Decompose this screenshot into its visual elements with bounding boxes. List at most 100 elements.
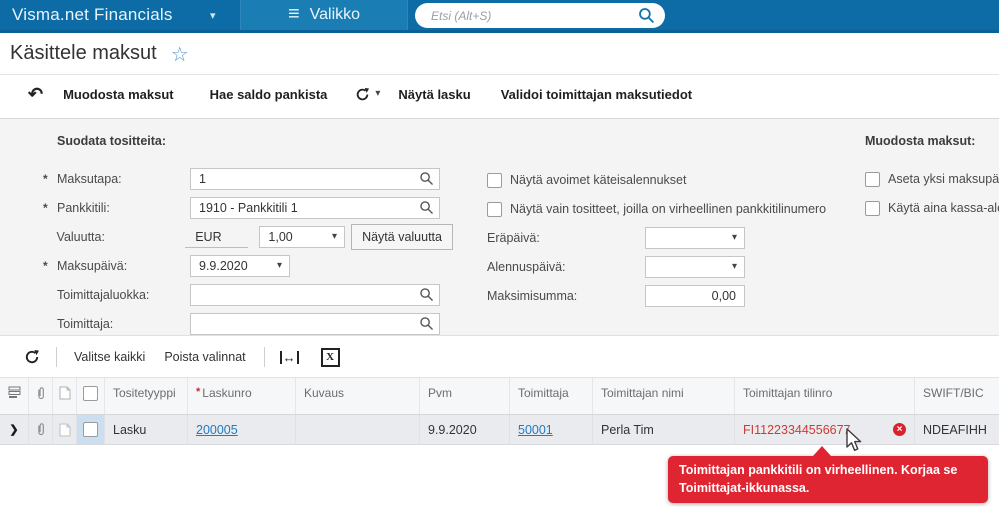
search-icon[interactable] <box>419 316 434 331</box>
fit-width-icon[interactable]: ↔ <box>279 350 299 364</box>
search-input[interactable] <box>429 7 638 24</box>
row-pointer-cell: ❯ <box>0 415 29 444</box>
toimittaja-link[interactable]: 50001 <box>518 423 553 437</box>
column-header-toimittaja[interactable]: Toimittaja <box>510 378 593 414</box>
filter-row-erapaiva: Eräpäivä: ▾ <box>487 227 862 249</box>
table-row[interactable]: ❯ Lasku 200005 9.9.2020 50001 Perla Tim … <box>0 415 999 445</box>
note-icon <box>59 386 70 400</box>
kurssi-combo[interactable]: 1,00 ▾ <box>259 226 346 248</box>
cell-kuvaus <box>296 415 420 444</box>
nayta-vain-label: Näytä vain tositteet, joilla on virheell… <box>510 202 827 216</box>
select-all-checkbox[interactable] <box>83 386 98 401</box>
chevron-down-icon[interactable]: ▾ <box>375 89 380 99</box>
row-checkbox[interactable] <box>83 422 98 437</box>
divider <box>263 347 265 367</box>
note-icon[interactable] <box>59 423 71 437</box>
toimittaja-input[interactable] <box>190 313 440 335</box>
search-icon[interactable] <box>419 171 434 186</box>
maksimisumma-input[interactable] <box>645 285 745 307</box>
undo-icon[interactable]: ↶ <box>28 85 43 103</box>
column-header-toimittajan-tilinro[interactable]: Toimittajan tilinro <box>735 378 915 414</box>
maksupaiva-label: Maksupäivä: <box>57 259 128 273</box>
laskunro-link[interactable]: 200005 <box>196 423 238 437</box>
required-marker: * <box>43 172 48 186</box>
note-column-header[interactable] <box>53 378 77 414</box>
title-bar: Käsittele maksut ☆ <box>0 33 999 75</box>
nayta-vain-checkbox[interactable] <box>487 201 502 217</box>
aseta-checkbox[interactable] <box>865 171 880 187</box>
export-excel-icon[interactable]: X <box>320 347 340 367</box>
grid-settings-icon[interactable] <box>8 386 21 399</box>
filter-row-maksutapa: * Maksutapa: <box>43 168 453 190</box>
attachment-column-header[interactable] <box>29 378 53 414</box>
row-arrow-icon: ❯ <box>9 424 19 436</box>
select-all-checkbox-cell[interactable] <box>77 378 105 414</box>
pankkitili-input[interactable] <box>190 197 440 219</box>
column-header-toimittajan-nimi[interactable]: Toimittajan nimi <box>593 378 735 414</box>
paperclip-icon <box>37 387 44 400</box>
filter-row-valuutta: Valuutta: EUR 1,00 ▾ Näytä valuutta <box>43 224 453 250</box>
maksutapa-input[interactable] <box>190 168 440 190</box>
nayta-vain-row: Näytä vain tositteet, joilla on virheell… <box>487 198 862 220</box>
valitse-kaikki-button[interactable]: Valitse kaikki <box>74 350 145 364</box>
tooltip-line2: Toimittajat-ikkunassa. <box>679 480 810 495</box>
grid-toolbar: Valitse kaikki Poista valinnat ↔ X <box>0 338 999 376</box>
row-attachment-cell[interactable] <box>29 415 53 444</box>
alennuspaiva-label: Alennuspäivä: <box>487 260 566 274</box>
pankkitili-lookup <box>190 197 440 219</box>
nayta-lasku-button[interactable]: Näytä lasku <box>398 87 470 102</box>
required-marker: * <box>43 201 48 215</box>
kurssi-value: 1,00 <box>268 230 293 244</box>
grid-settings-icon-cell[interactable] <box>0 378 29 414</box>
favorite-star-icon[interactable]: ☆ <box>171 42 189 67</box>
erapaiva-combo[interactable]: ▾ <box>645 227 745 249</box>
poista-valinnat-button[interactable]: Poista valinnat <box>164 350 245 364</box>
nayta-avoimet-row: Näytä avoimet käteisalennukset <box>487 169 862 191</box>
muodosta-maksut-button[interactable]: Muodosta maksut <box>63 87 174 102</box>
app-brand[interactable]: Visma.net Financials <box>12 5 173 25</box>
toimittajaluokka-label: Toimittajaluokka: <box>57 288 150 302</box>
column-header-pvm[interactable]: Pvm <box>420 378 510 414</box>
muodosta-section-title: Muodosta maksut: <box>865 134 976 148</box>
main-menu-button[interactable]: ≡ Valikko <box>240 0 408 30</box>
error-icon[interactable]: × <box>893 423 906 436</box>
top-app-bar: Visma.net Financials ▾ ≡ Valikko <box>0 0 999 33</box>
toimittajaluokka-input[interactable] <box>190 284 440 306</box>
refresh-icon[interactable] <box>24 349 40 365</box>
valuutta-value[interactable]: EUR <box>185 226 249 248</box>
filter-row-pankkitili: * Pankkitili: <box>43 197 453 219</box>
paperclip-icon[interactable] <box>35 422 47 437</box>
search-icon[interactable] <box>419 200 434 215</box>
row-note-cell[interactable] <box>53 415 77 444</box>
page-title: Käsittele maksut <box>10 42 157 64</box>
filter-section-title: Suodata tositteita: <box>57 134 167 148</box>
chevron-down-icon[interactable]: ▾ <box>210 9 216 22</box>
filter-column-right: Muodosta maksut: Aseta yksi maksupäivä K… <box>865 134 999 226</box>
column-header-kuvaus[interactable]: Kuvaus <box>296 378 420 414</box>
column-header-laskunro[interactable]: * Laskunro <box>188 378 296 414</box>
filter-row-alennuspaiva: Alennuspäivä: ▾ <box>487 256 862 278</box>
nayta-valuutta-button[interactable]: Näytä valuutta <box>351 224 453 250</box>
refresh-icon[interactable] <box>355 87 370 102</box>
alennuspaiva-combo[interactable]: ▾ <box>645 256 745 278</box>
toimittaja-lookup <box>190 313 440 335</box>
search-icon[interactable] <box>419 287 434 302</box>
column-header-tositetyyppi[interactable]: Tositetyyppi <box>105 378 188 414</box>
global-search[interactable] <box>415 3 665 28</box>
aseta-row: Aseta yksi maksupäivä <box>865 168 999 190</box>
kayta-checkbox[interactable] <box>865 200 880 216</box>
row-select-cell[interactable] <box>77 415 105 444</box>
kayta-row: Käytä aina kassa-alennus <box>865 197 999 219</box>
hae-saldo-button[interactable]: Hae saldo pankista <box>210 87 328 102</box>
validoi-button[interactable]: Validoi toimittajan maksutiedot <box>501 87 692 102</box>
menu-icon: ≡ <box>287 3 300 25</box>
maksupaiva-combo[interactable]: 9.9.2020 ▾ <box>190 255 290 277</box>
refresh-split-button[interactable]: ▾ <box>355 87 380 102</box>
filter-column-middle: Näytä avoimet käteisalennukset Näytä vai… <box>487 169 862 314</box>
pankkitili-label: Pankkitili: <box>57 201 110 215</box>
nayta-avoimet-checkbox[interactable] <box>487 172 502 188</box>
toimittajaluokka-lookup <box>190 284 440 306</box>
column-header-swift-bic[interactable]: SWIFT/BIC <box>915 378 999 414</box>
chevron-down-icon: ▾ <box>731 232 737 243</box>
search-icon[interactable] <box>638 7 655 24</box>
